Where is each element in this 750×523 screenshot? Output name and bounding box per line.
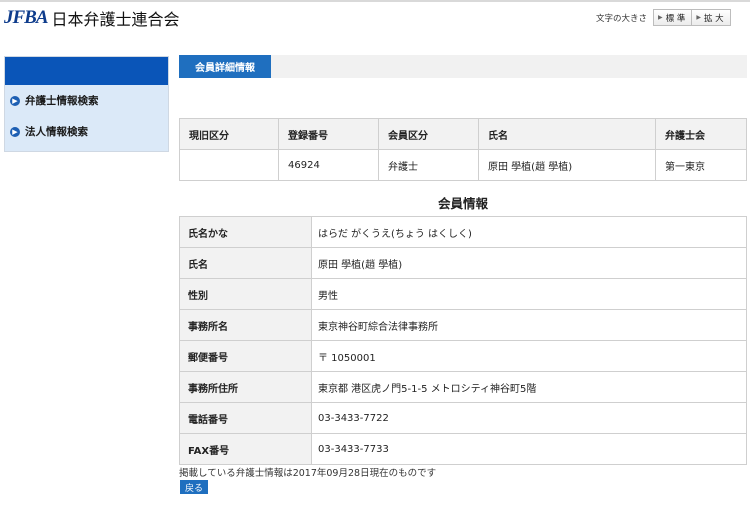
column-header: 現旧区分 bbox=[179, 118, 279, 150]
triangle-right-icon: ▶ bbox=[658, 14, 663, 21]
font-size-large-label: 拡 大 bbox=[703, 13, 724, 24]
sidebar-header bbox=[5, 57, 168, 85]
font-size-label: 文字の大きさ bbox=[596, 13, 648, 24]
font-size-control: 文字の大きさ ▶ 標 準 ▶ 拡 大 bbox=[596, 9, 731, 26]
member-info-table: 氏名かな はらだ がくうえ(ちょう はくしく) 氏名 原田 學植(趙 學植) 性… bbox=[179, 216, 747, 465]
row-value: 東京神谷町綜合法律事務所 bbox=[311, 309, 747, 341]
arrow-circle-icon: ▶ bbox=[10, 95, 20, 106]
row-label: 事務所名 bbox=[179, 309, 312, 341]
font-size-standard-label: 標 準 bbox=[665, 13, 686, 24]
column-header: 会員区分 bbox=[378, 118, 479, 150]
row-value: 03-3433-7733 bbox=[311, 433, 747, 465]
column-header: 登録番号 bbox=[278, 118, 379, 150]
section-header: 会員詳細情報 bbox=[179, 55, 747, 78]
table-row: 氏名 原田 學植(趙 學植) bbox=[179, 247, 747, 279]
column-header: 弁護士会 bbox=[655, 118, 747, 150]
table-row: 氏名かな はらだ がくうえ(ちょう はくしく) bbox=[179, 216, 747, 248]
table-row: 事務所住所 東京都 港区虎ノ門5-1-5 メトロシティ神谷町5階 bbox=[179, 371, 747, 403]
column-header: 氏名 bbox=[478, 118, 656, 150]
row-label: 事務所住所 bbox=[179, 371, 312, 403]
table-cell: 46924 bbox=[278, 149, 379, 181]
sidebar-item-corporation-search[interactable]: ▶ 法人情報検索 bbox=[5, 116, 168, 147]
row-label: FAX番号 bbox=[179, 433, 312, 465]
row-label: 郵便番号 bbox=[179, 340, 312, 372]
row-value: 男性 bbox=[311, 278, 747, 310]
data-date-note: 掲載している弁護士情報は2017年09月28日現在のものです bbox=[179, 468, 437, 479]
arrow-circle-icon: ▶ bbox=[10, 126, 20, 137]
row-label: 電話番号 bbox=[179, 402, 312, 434]
row-label: 氏名かな bbox=[179, 216, 312, 248]
back-button[interactable]: 戻る bbox=[180, 480, 208, 494]
table-cell: 弁護士 bbox=[378, 149, 479, 181]
table-row: 性別 男性 bbox=[179, 278, 747, 310]
jfba-logo[interactable]: JFBA 日本弁護士連合会 bbox=[4, 6, 180, 30]
triangle-right-icon: ▶ bbox=[696, 14, 701, 21]
tab-member-details: 会員詳細情報 bbox=[179, 55, 271, 78]
logo-mark: JFBA bbox=[4, 7, 49, 28]
table-row: 46924 弁護士 原田 學植(趙 學植) 第一東京 bbox=[179, 149, 747, 181]
row-label: 性別 bbox=[179, 278, 312, 310]
row-value: 東京都 港区虎ノ門5-1-5 メトロシティ神谷町5階 bbox=[311, 371, 747, 403]
table-cell bbox=[179, 149, 279, 181]
top-divider bbox=[0, 0, 750, 2]
row-value: 原田 學植(趙 學植) bbox=[311, 247, 747, 279]
table-row: 事務所名 東京神谷町綜合法律事務所 bbox=[179, 309, 747, 341]
member-info-title: 会員情報 bbox=[437, 196, 488, 211]
row-value: はらだ がくうえ(ちょう はくしく) bbox=[311, 216, 747, 248]
table-cell: 原田 學植(趙 學植) bbox=[478, 149, 656, 181]
sidebar-item-label: 弁護士情報検索 bbox=[25, 95, 99, 107]
sidebar-item-label: 法人情報検索 bbox=[25, 126, 88, 138]
table-row: FAX番号 03-3433-7733 bbox=[179, 433, 747, 465]
font-size-large-button[interactable]: ▶ 拡 大 bbox=[692, 9, 731, 26]
summary-table: 現旧区分 登録番号 会員区分 氏名 弁護士会 46924 弁護士 原田 學植(趙… bbox=[179, 118, 747, 181]
font-size-standard-button[interactable]: ▶ 標 準 bbox=[653, 9, 693, 26]
row-value: 〒 1050001 bbox=[311, 340, 747, 372]
row-value: 03-3433-7722 bbox=[311, 402, 747, 434]
table-row: 電話番号 03-3433-7722 bbox=[179, 402, 747, 434]
sidebar-item-lawyer-search[interactable]: ▶ 弁護士情報検索 bbox=[5, 85, 168, 116]
row-label: 氏名 bbox=[179, 247, 312, 279]
table-row: 郵便番号 〒 1050001 bbox=[179, 340, 747, 372]
table-header-row: 現旧区分 登録番号 会員区分 氏名 弁護士会 bbox=[179, 118, 747, 150]
table-cell: 第一東京 bbox=[655, 149, 747, 181]
sidebar: ▶ 弁護士情報検索 ▶ 法人情報検索 bbox=[4, 56, 169, 152]
logo-text: 日本弁護士連合会 bbox=[51, 10, 180, 29]
